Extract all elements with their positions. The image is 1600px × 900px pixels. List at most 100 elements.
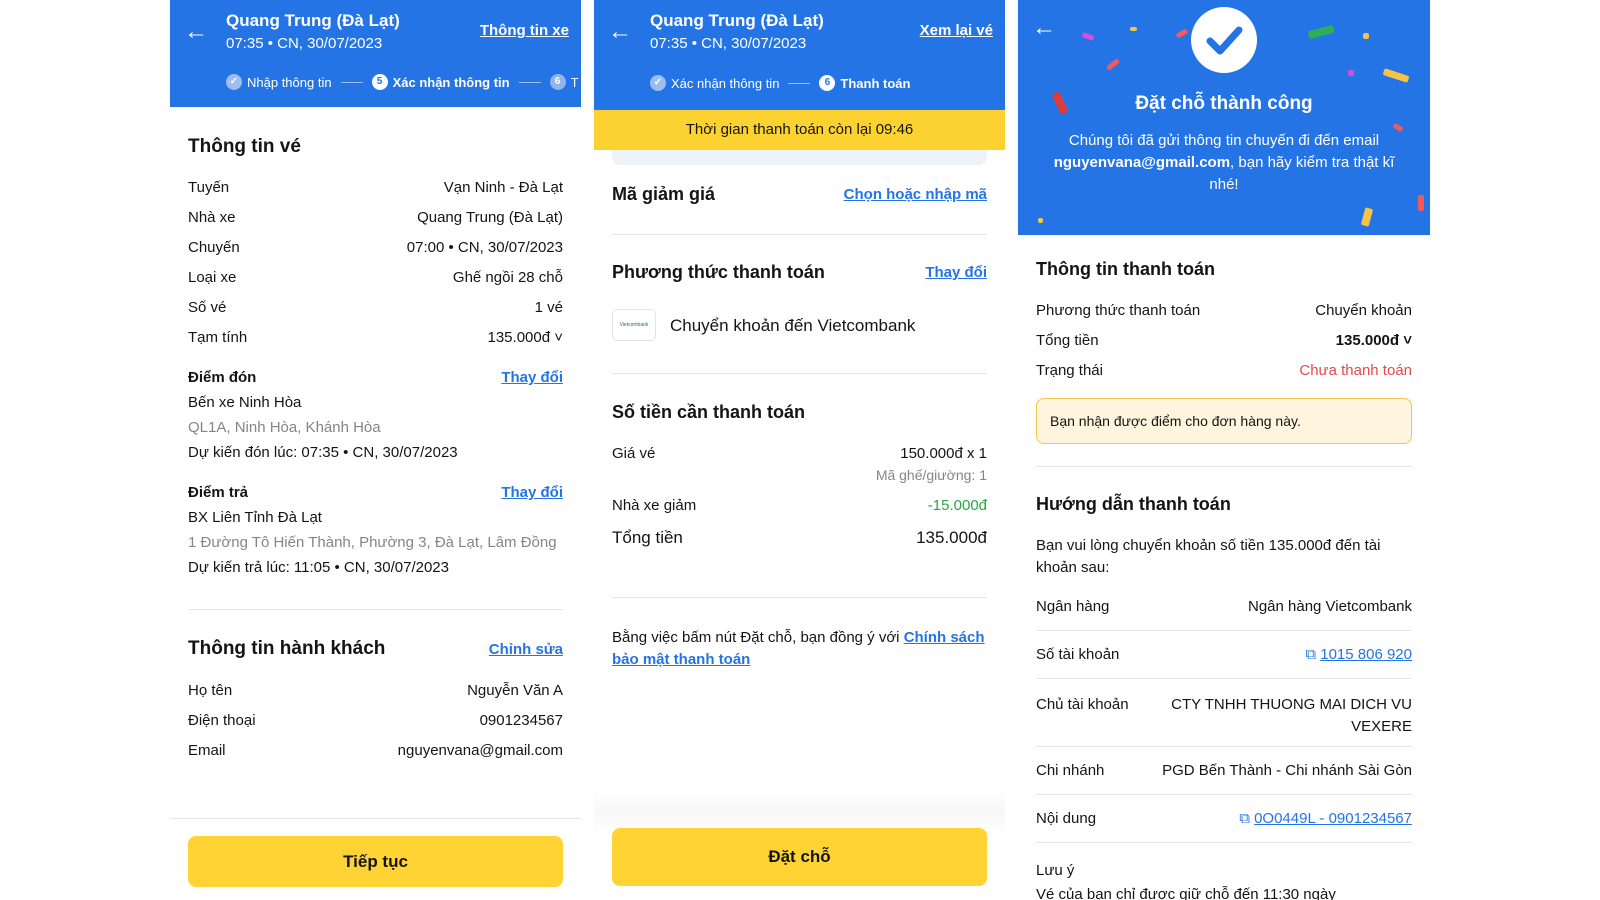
row-value: PGD Bến Thành - Chi nhánh Sài Gòn — [1162, 762, 1412, 779]
payment-screen: ← Quang Trung (Đà Lạt) 07:35 • CN, 30/07… — [594, 0, 1005, 900]
section-title: Thông tin thanh toán — [1036, 259, 1215, 279]
section-title: Số tiền cần thanh toán — [612, 402, 806, 422]
step-divider — [518, 81, 541, 83]
confetti — [1382, 68, 1410, 83]
row-label: Nhà xe — [188, 209, 236, 226]
note-text: Vé của bạn chỉ được giữ chỗ đến 11:30 ng… — [1036, 886, 1336, 900]
info-row: Tuyến Vạn Ninh - Đà Lạt — [188, 179, 563, 196]
divider — [612, 597, 987, 598]
terms-text: Bằng việc bấm nút Đặt chỗ, bạn đồng ý vớ… — [612, 627, 987, 671]
section-title: Phương thức thanh toán — [612, 262, 825, 282]
row-value: Chuyển khoản — [1315, 302, 1412, 319]
payment-method[interactable]: Chuyển khoản đến Vietcombank — [670, 316, 915, 336]
vietcombank-logo: Vietcombank — [612, 309, 656, 341]
step-number: 5 — [371, 74, 388, 90]
row-label: Giá vé — [612, 445, 656, 462]
header-subtitle: 07:35 • CN, 30/07/2023 — [650, 35, 807, 52]
change-pickup-link[interactable]: Thay đổi — [501, 369, 563, 386]
dropoff-label: Điểm trả — [188, 484, 249, 501]
row-value: nguyenvana@gmail.com — [397, 742, 563, 759]
step-number: 6 — [819, 75, 836, 91]
header-subtitle: 07:35 • CN, 30/07/2023 — [226, 35, 383, 52]
step-number: 6 — [549, 74, 566, 90]
divider — [1036, 678, 1412, 679]
account-number-link[interactable]: 1015 806 920 — [1320, 646, 1412, 663]
row-label: Tuyến — [188, 179, 230, 196]
step-divider — [788, 82, 811, 84]
row-label: Nhà xe giảm — [612, 497, 697, 514]
divider — [188, 609, 563, 610]
bus-info-link[interactable]: Thông tin xe — [480, 22, 569, 39]
success-check-icon — [1191, 7, 1257, 73]
status-badge: Chưa thanh toán — [1299, 362, 1412, 379]
pickup-label: Điểm đón — [188, 369, 257, 386]
back-arrow-icon[interactable]: ← — [184, 18, 208, 46]
stepper: ✓ Nhập thông tin 5 Xác nhận thông tin 6T — [226, 74, 579, 90]
review-ticket-link[interactable]: Xem lại vé — [920, 22, 993, 39]
change-method-link[interactable]: Thay đổi — [925, 264, 987, 281]
confetti — [1348, 70, 1354, 76]
terms-prefix: Bằng việc bấm nút Đặt chỗ, bạn đồng ý vớ… — [612, 629, 904, 646]
confetti — [1038, 218, 1043, 223]
seat-code: Mã ghế/giường: 1 — [875, 467, 987, 483]
copy-icon[interactable]: ⧉ — [1305, 646, 1316, 663]
copy-icon[interactable]: ⧉ — [1239, 810, 1250, 827]
success-message: Chúng tôi đã gửi thông tin chuyến đi đến… — [1042, 130, 1406, 196]
note-title: Lưu ý — [1036, 862, 1075, 879]
header-title: Quang Trung (Đà Lạt) — [650, 11, 824, 30]
row-value: Quang Trung (Đà Lạt) — [417, 209, 563, 226]
info-row: Nhà xe Quang Trung (Đà Lạt) — [188, 209, 563, 226]
stepper: ✓ Xác nhận thông tin 6 Thanh toán — [650, 75, 910, 91]
change-dropoff-link[interactable]: Thay đổi — [501, 484, 563, 501]
section-title: Hướng dẫn thanh toán — [1036, 494, 1231, 514]
divider — [1036, 794, 1412, 795]
bank-row: Ngân hàng Ngân hàng Vietcombank — [1036, 598, 1412, 615]
message-text: Chúng tôi đã gửi thông tin chuyến đi đến… — [1068, 132, 1380, 149]
collapsed-card — [612, 150, 987, 165]
transfer-content-link[interactable]: 0O0449L - 0901234567 — [1254, 810, 1412, 827]
pickup-header: Điểm đón Thay đổi — [188, 369, 563, 386]
info-row: Email nguyenvana@gmail.com — [188, 742, 563, 759]
dropoff-header: Điểm trả Thay đổi — [188, 484, 563, 501]
success-title: Đặt chỗ thành công — [1135, 93, 1313, 114]
row-label: Loại xe — [188, 269, 237, 286]
row-value: 150.000đ x 1 — [900, 445, 987, 462]
content-row: Nội dung ⧉ 0O0449L - 0901234567 — [1036, 810, 1412, 827]
pickup-name: Bến xe Ninh Hòa — [188, 394, 302, 411]
confetti — [1081, 32, 1095, 41]
passenger-header: Thông tin hành khách Chỉnh sửa — [188, 638, 563, 660]
row-label: Tạm tính — [188, 329, 248, 346]
dropoff-name: BX Liên Tỉnh Đà Lạt — [188, 509, 322, 526]
back-arrow-icon[interactable]: ← — [608, 18, 632, 46]
header: ← Quang Trung (Đà Lạt) 07:35 • CN, 30/07… — [170, 0, 581, 107]
owner-row: Chủ tài khoản CTY TNHH THUONG MAI DICH VU… — [1036, 694, 1412, 738]
row-value: 135.000đ — [1335, 332, 1400, 349]
confetti — [1363, 33, 1369, 39]
points-notice: Bạn nhận được điểm cho đơn hàng này. — [1036, 398, 1412, 444]
dropoff-address: 1 Đường Tô Hiến Thành, Phường 3, Đà Lạt,… — [188, 534, 557, 551]
status-row: Trạng thái Chưa thanh toán — [1036, 362, 1412, 379]
row-value: -15.000đ — [927, 497, 987, 514]
row-value: Ghế ngồi 28 chỗ — [452, 269, 563, 286]
row-value: Nguyễn Văn A — [467, 682, 563, 699]
divider — [1036, 746, 1412, 747]
info-row: Số vé 1 vé — [188, 299, 563, 316]
branch-row: Chi nhánh PGD Bến Thành - Chi nhánh Sài G… — [1036, 762, 1412, 779]
info-row: Loại xe Ghế ngồi 28 chỗ — [188, 269, 563, 286]
continue-button[interactable]: Tiếp tục — [188, 836, 563, 887]
subtotal-row[interactable]: Tạm tính 135.000đ ˅ — [188, 329, 563, 346]
row-label: Trạng thái — [1036, 362, 1103, 379]
dropoff-time: Dự kiến trả lúc: 11:05 • CN, 30/07/2023 — [188, 559, 449, 576]
back-arrow-icon[interactable]: ← — [1032, 14, 1056, 42]
step-label: Xác nhận thông tin — [392, 74, 510, 90]
row-value: 135.000đ ˅ — [487, 329, 564, 346]
total-row[interactable]: Tổng tiền 135.000đ ˅ — [1036, 332, 1412, 349]
check-icon: ✓ — [226, 74, 242, 90]
edit-passenger-link[interactable]: Chỉnh sửa — [489, 641, 563, 658]
info-row: Chuyến 07:00 • CN, 30/07/2023 — [188, 239, 563, 256]
book-button[interactable]: Đặt chỗ — [612, 828, 987, 886]
footer-divider — [170, 818, 581, 819]
choose-coupon-link[interactable]: Chọn hoặc nhập mã — [844, 186, 987, 203]
step-label: Xác nhận thông tin — [671, 75, 780, 91]
row-label: Điện thoại — [188, 712, 256, 729]
